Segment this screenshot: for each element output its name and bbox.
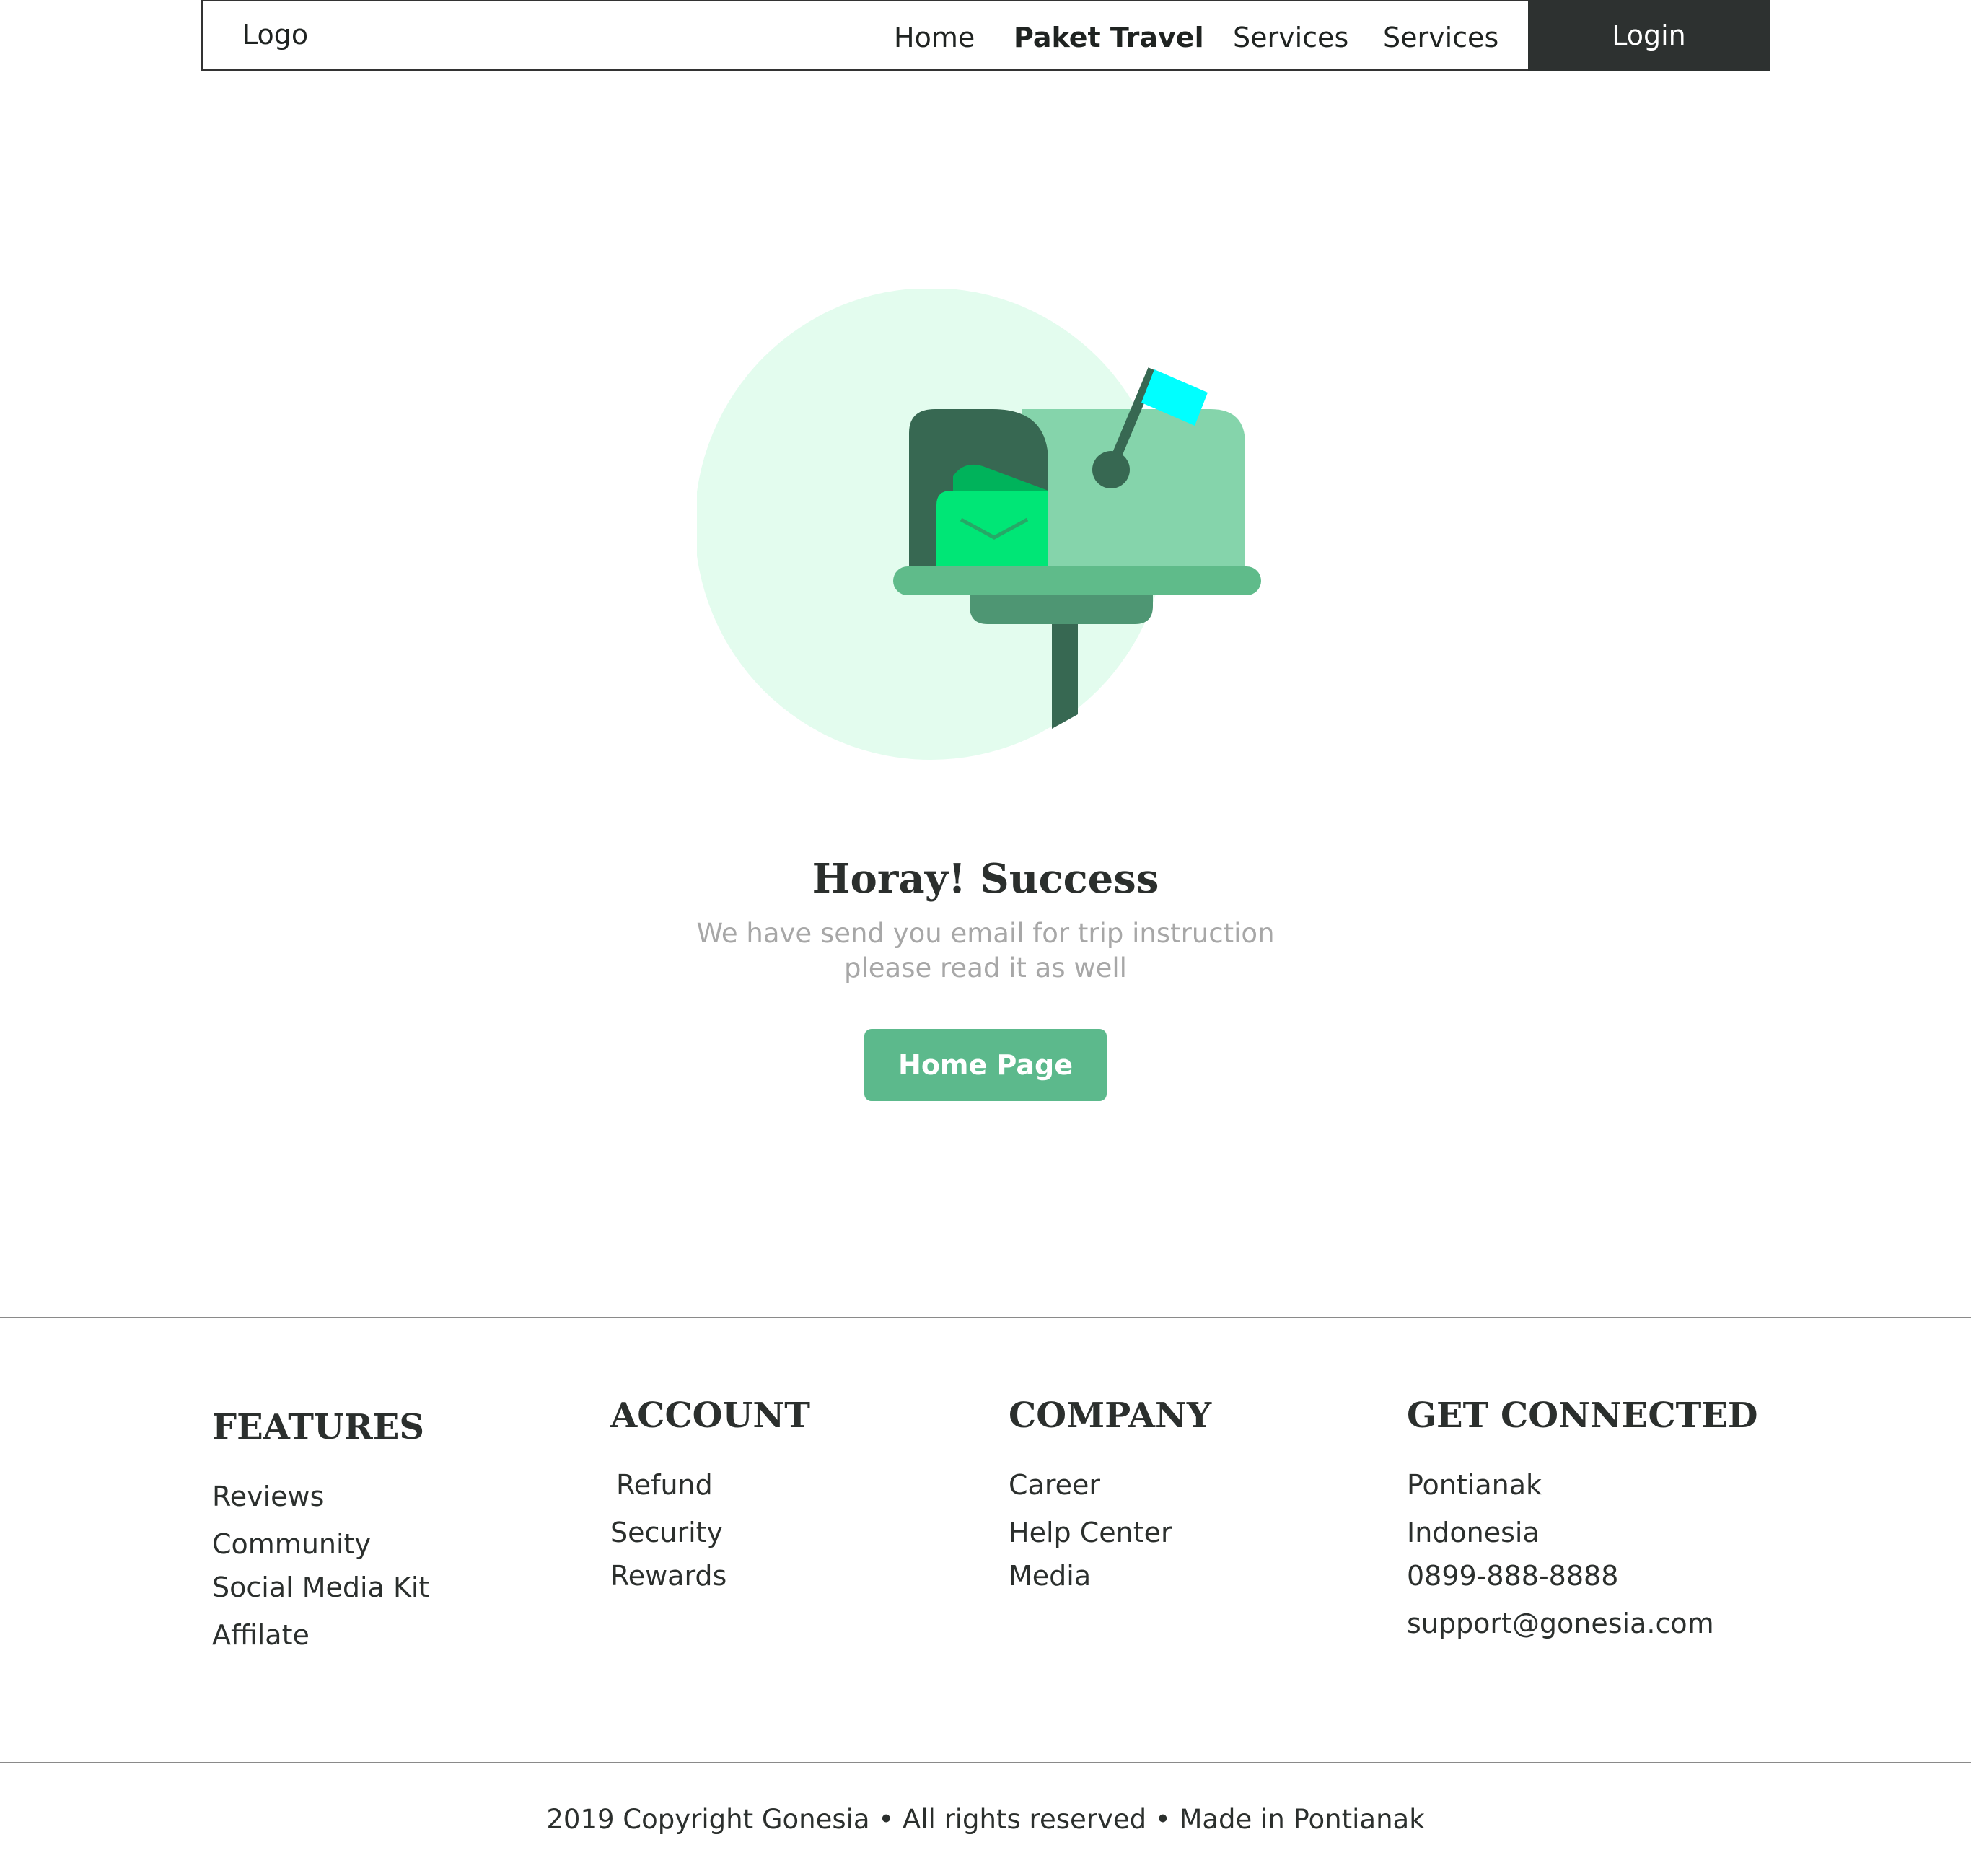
mailbox-shelf [893, 566, 1261, 595]
page-title: Horay! Success [812, 855, 1159, 903]
flag-pivot [1092, 451, 1130, 488]
copyright-text: 2019 Copyright Gonesia • All rights rese… [546, 1804, 1425, 1835]
footer-city: Pontianak [1407, 1469, 1542, 1501]
footer-link-career[interactable]: Career [1009, 1469, 1100, 1501]
subtitle-line-2: please read it as well [844, 952, 1127, 983]
footer-link-refund[interactable]: Refund [616, 1469, 713, 1501]
footer-heading-company: COMPANY [1009, 1395, 1212, 1436]
footer-link-rewards[interactable]: Rewards [610, 1560, 726, 1592]
login-button[interactable]: Login [1528, 0, 1770, 71]
mailbox-post [1052, 617, 1078, 729]
subtitle-line-1: We have send you email for trip instruct… [696, 918, 1275, 949]
footer-email[interactable]: support@gonesia.com [1407, 1608, 1714, 1639]
nav-paket-travel[interactable]: Paket Travel [1014, 22, 1204, 53]
footer-divider-bottom [0, 1762, 1971, 1763]
footer-link-community[interactable]: Community [212, 1528, 371, 1560]
footer-heading-features: FEATURES [212, 1407, 424, 1447]
navbar: Logo Home Paket Travel Services Services… [201, 0, 1770, 71]
nav-home[interactable]: Home [894, 22, 975, 53]
footer-country: Indonesia [1407, 1517, 1540, 1548]
nav-services-2[interactable]: Services [1383, 22, 1498, 53]
nav-services[interactable]: Services [1233, 22, 1348, 53]
logo[interactable]: Logo [242, 19, 308, 51]
footer-link-media[interactable]: Media [1009, 1560, 1091, 1592]
footer-divider-top [0, 1317, 1971, 1318]
footer-link-social-media-kit[interactable]: Social Media Kit [212, 1572, 429, 1603]
letter-icon [936, 491, 1048, 570]
footer-link-affilate[interactable]: Affilate [212, 1619, 310, 1651]
footer-heading-account: ACCOUNT [610, 1395, 810, 1436]
footer-heading-get-connected: GET CONNECTED [1407, 1395, 1758, 1436]
footer-link-security[interactable]: Security [610, 1517, 723, 1548]
page: Logo Home Paket Travel Services Services… [0, 0, 1971, 1876]
footer-link-help-center[interactable]: Help Center [1009, 1517, 1172, 1548]
mailbox-icon [697, 289, 1261, 760]
footer-phone[interactable]: 0899-888-8888 [1407, 1560, 1618, 1592]
home-page-button[interactable]: Home Page [864, 1029, 1107, 1101]
footer-link-reviews[interactable]: Reviews [212, 1481, 324, 1512]
